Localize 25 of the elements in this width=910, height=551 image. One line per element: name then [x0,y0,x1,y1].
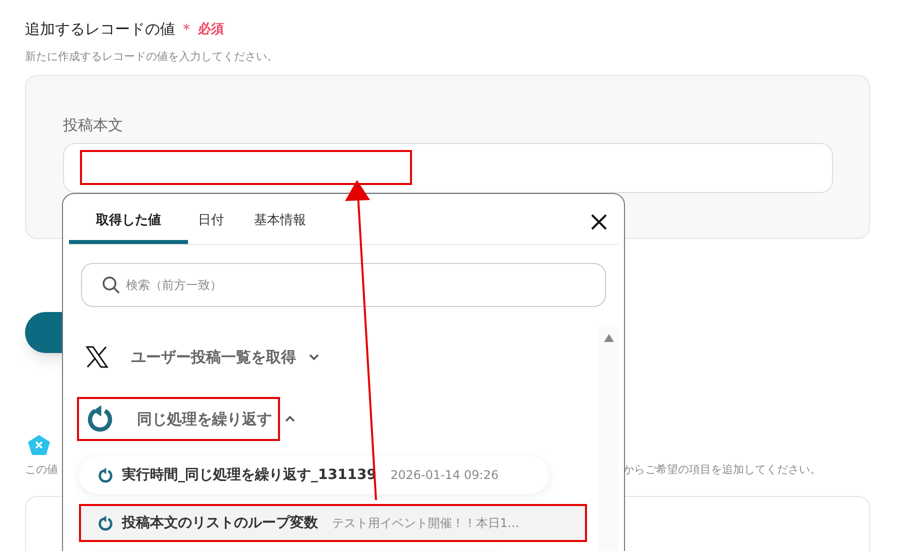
value-item[interactable]: 投稿本文のリストのループ変数 テスト用イベント開催！！本日1... [79,504,587,542]
scrollbar[interactable] [599,327,618,551]
close-icon[interactable] [590,213,608,231]
help-text: この値 [25,462,58,478]
x-logo-icon [85,345,109,369]
field-label: 投稿本文 [63,115,124,136]
loop-icon [97,514,114,532]
search-icon [102,276,120,294]
scroll-up-icon[interactable] [602,333,614,343]
loop-icon [97,466,114,484]
item-name: 投稿本文のリストのループ変数 [122,514,318,532]
section-title: 追加するレコードの値 [25,19,175,40]
loop-icon [85,404,115,434]
required-mark: ＊ [179,19,194,40]
required-label: 必須 [198,20,224,38]
item-value: テスト用イベント開催！！本日1... [332,515,520,532]
group-title[interactable]: 同じ処理を繰り返す [137,408,272,430]
pentagon-x-icon [27,434,51,456]
item-value: 2026-01-14 09:26 [390,467,499,484]
section-description: 新たに作成するレコードの値を入力してください。 [25,48,279,64]
search-field[interactable]: 検索（前方一致） [81,263,606,307]
input-field[interactable] [63,142,833,192]
search-input[interactable]: 検索（前方一致） [126,276,585,294]
tab[interactable]: 取得した値 [69,210,188,244]
group-title[interactable]: ユーザー投稿一覧を取得 [131,346,296,368]
